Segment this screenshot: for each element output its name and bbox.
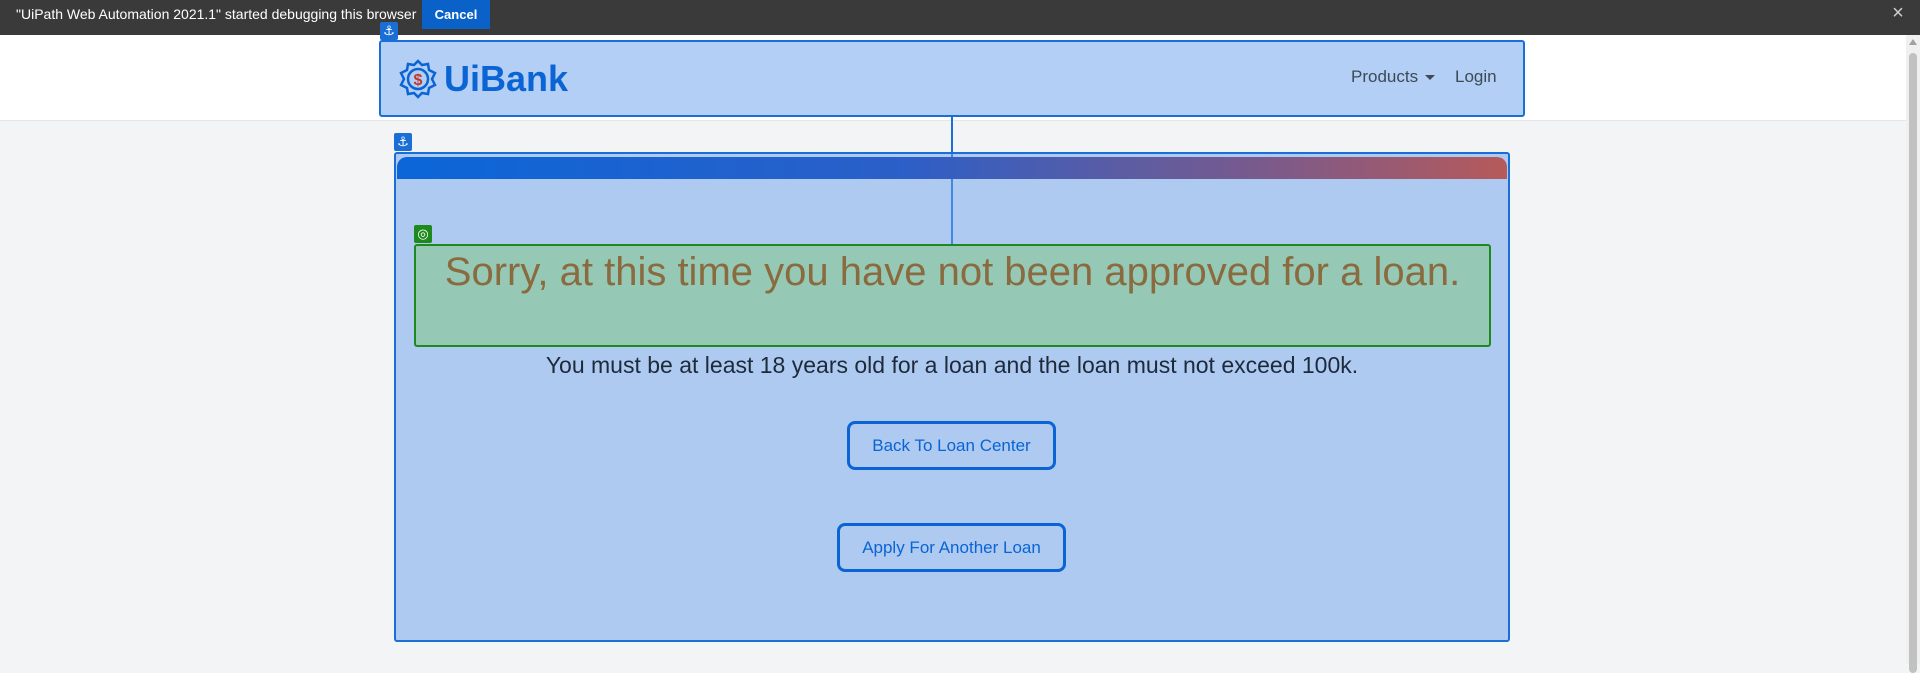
svg-text:$: $ [414, 72, 423, 89]
anchor-icon: ⚓ [394, 133, 412, 151]
card-gradient-header [397, 157, 1507, 179]
debugging-message: "UiPath Web Automation 2021.1" started d… [16, 6, 417, 22]
login-link[interactable]: Login [1455, 67, 1497, 87]
close-icon[interactable]: × [1888, 3, 1908, 23]
debugging-infobar: "UiPath Web Automation 2021.1" started d… [0, 0, 1920, 35]
dollar-gear-icon: $ [399, 59, 437, 99]
products-dropdown[interactable]: Products [1351, 67, 1436, 87]
result-message: You must be at least 18 years old for a … [545, 352, 1359, 378]
vertical-scrollbar[interactable] [1906, 35, 1920, 673]
back-to-loan-center-button[interactable]: Back To Loan Center [847, 421, 1056, 470]
scrollbar-thumb[interactable] [1909, 53, 1917, 673]
scroll-up-arrow-icon[interactable] [1909, 39, 1917, 45]
apply-for-another-loan-button[interactable]: Apply For Another Loan [837, 523, 1066, 572]
caret-down-icon [1425, 75, 1436, 81]
result-heading: Sorry, at this time you have not been ap… [444, 250, 1461, 294]
anchor-icon: ⚓ [380, 22, 398, 40]
logo-text: UiBank [444, 58, 569, 99]
target-icon: ◎ [414, 225, 432, 243]
products-label: Products [1351, 67, 1419, 86]
brand-logo[interactable]: $ UiBank [398, 58, 569, 99]
cancel-debugging-button[interactable]: Cancel [422, 0, 490, 29]
